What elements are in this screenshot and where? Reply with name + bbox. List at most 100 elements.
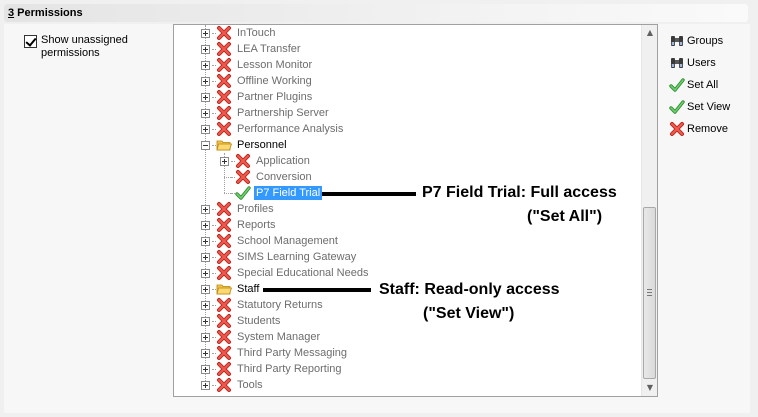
- remove-button[interactable]: Remove: [669, 118, 754, 140]
- staff-annotation-pointer: [263, 288, 371, 292]
- scroll-thumb[interactable]: [643, 207, 656, 379]
- tree-item[interactable]: SIMS Learning Gateway: [201, 249, 358, 265]
- set-all-button[interactable]: Set All: [669, 74, 754, 96]
- expand-icon[interactable]: [201, 124, 210, 134]
- tree-item[interactable]: Tools: [201, 377, 265, 393]
- tree-item-label: Reports: [237, 219, 276, 231]
- tree-item[interactable]: Partner Plugins: [201, 89, 314, 105]
- expand-icon[interactable]: [201, 60, 210, 70]
- set-view-button[interactable]: Set View: [669, 96, 754, 118]
- tree-item[interactable]: Partnership Server: [201, 105, 331, 121]
- tree-item[interactable]: Staff: [201, 281, 261, 297]
- cross-icon: [216, 233, 232, 249]
- tree-item[interactable]: Statutory Returns: [201, 297, 325, 313]
- show-unassigned-checkbox-row[interactable]: Show unassigned permissions: [24, 34, 136, 60]
- tree-item-label: Partner Plugins: [237, 91, 313, 103]
- tree-item-label: InTouch: [237, 27, 276, 39]
- show-unassigned-label: Show unassigned permissions: [41, 34, 128, 59]
- tree-item-label: Statutory Returns: [237, 299, 323, 311]
- expand-icon[interactable]: [201, 28, 210, 38]
- show-unassigned-checkbox[interactable]: [24, 35, 37, 48]
- expand-icon[interactable]: [201, 220, 210, 230]
- expand-icon[interactable]: [201, 76, 210, 86]
- tree-item[interactable]: Application: [220, 153, 312, 169]
- tree-item[interactable]: Personnel: [201, 137, 289, 153]
- check-icon: [669, 99, 685, 115]
- cross-icon: [235, 169, 251, 185]
- tree-item[interactable]: Conversion: [220, 169, 314, 185]
- tree-item[interactable]: Special Educational Needs: [201, 265, 370, 281]
- set-all-button-label: Set All: [687, 79, 719, 91]
- cross-icon: [216, 121, 232, 137]
- tree-item[interactable]: P7 Field Trial: [220, 185, 323, 201]
- p7-annotation-line1: P7 Field Trial: Full access: [422, 184, 617, 201]
- tree-item[interactable]: Reports: [201, 217, 278, 233]
- expand-icon[interactable]: [220, 156, 229, 166]
- expand-icon[interactable]: [201, 92, 210, 102]
- cross-icon: [216, 329, 232, 345]
- cross-icon: [216, 73, 232, 89]
- cross-icon: [216, 249, 232, 265]
- tree-item[interactable]: Offline Working: [201, 73, 314, 89]
- tree-item-label: School Management: [237, 235, 338, 247]
- tree-item[interactable]: Students: [201, 313, 282, 329]
- expand-icon[interactable]: [201, 332, 210, 342]
- cross-icon: [216, 265, 232, 281]
- tree-item[interactable]: LEA Transfer: [201, 41, 303, 57]
- permissions-toolbar: Groups Users Set All Set View Remove: [669, 30, 754, 140]
- expand-icon[interactable]: [201, 348, 210, 358]
- tree-item[interactable]: Performance Analysis: [201, 121, 345, 137]
- cross-icon: [216, 297, 232, 313]
- tree-item-label: System Manager: [237, 331, 321, 343]
- tree-item[interactable]: Profiles: [201, 201, 276, 217]
- cross-icon: [216, 313, 232, 329]
- cross-icon: [216, 25, 232, 41]
- expand-icon[interactable]: [201, 380, 210, 390]
- expand-icon[interactable]: [201, 300, 210, 310]
- binoculars-icon: [669, 33, 685, 49]
- expand-icon[interactable]: [201, 268, 210, 278]
- tree-connector: [224, 192, 231, 194]
- tree-item-label: P7 Field Trial: [254, 186, 323, 200]
- tree-item-label: Performance Analysis: [237, 123, 344, 135]
- tree-item[interactable]: Third Party Messaging: [201, 345, 349, 361]
- expand-icon[interactable]: [201, 236, 210, 246]
- tree-item-label: Offline Working: [237, 75, 312, 87]
- tree-scrollbar[interactable]: ▲ ▼: [641, 25, 657, 396]
- groups-button[interactable]: Groups: [669, 30, 754, 52]
- tree-item-label: Students: [237, 315, 281, 327]
- cross-icon: [216, 41, 232, 57]
- expand-icon[interactable]: [201, 316, 210, 326]
- folder-icon: [216, 281, 232, 297]
- section-title: Permissions: [14, 7, 83, 19]
- expand-icon[interactable]: [201, 108, 210, 118]
- expand-icon[interactable]: [201, 44, 210, 54]
- p7-annotation-line2: ("Set All"): [527, 208, 603, 225]
- expand-icon[interactable]: [201, 364, 210, 374]
- expand-icon[interactable]: [201, 252, 210, 262]
- tree-item[interactable]: Third Party Reporting: [201, 361, 344, 377]
- tree-item-label: LEA Transfer: [237, 43, 301, 55]
- tree-item-label: Conversion: [256, 171, 312, 183]
- cross-icon: [216, 377, 232, 393]
- staff-annotation-line2: ("Set View"): [423, 305, 515, 322]
- collapse-icon[interactable]: [201, 140, 210, 150]
- tree-item[interactable]: System Manager: [201, 329, 322, 345]
- scroll-down-arrow-icon[interactable]: ▼: [642, 380, 657, 396]
- folder-icon: [216, 137, 232, 153]
- expand-icon[interactable]: [201, 284, 210, 294]
- tree-item-label: Third Party Messaging: [237, 347, 348, 359]
- tree-item[interactable]: Lesson Monitor: [201, 57, 314, 73]
- tree-item[interactable]: School Management: [201, 233, 340, 249]
- tree-item-label: Staff: [237, 283, 260, 295]
- staff-annotation-line1: Staff: Read-only access: [379, 281, 560, 298]
- scroll-up-arrow-icon[interactable]: ▲: [642, 25, 657, 41]
- tree-item[interactable]: InTouch: [201, 25, 278, 41]
- cross-icon: [216, 89, 232, 105]
- users-button[interactable]: Users: [669, 52, 754, 74]
- tree-item-label: Partnership Server: [237, 107, 329, 119]
- expand-icon[interactable]: [201, 204, 210, 214]
- tree-item-label: Profiles: [237, 203, 274, 215]
- remove-button-label: Remove: [687, 123, 728, 135]
- cross-icon: [216, 201, 232, 217]
